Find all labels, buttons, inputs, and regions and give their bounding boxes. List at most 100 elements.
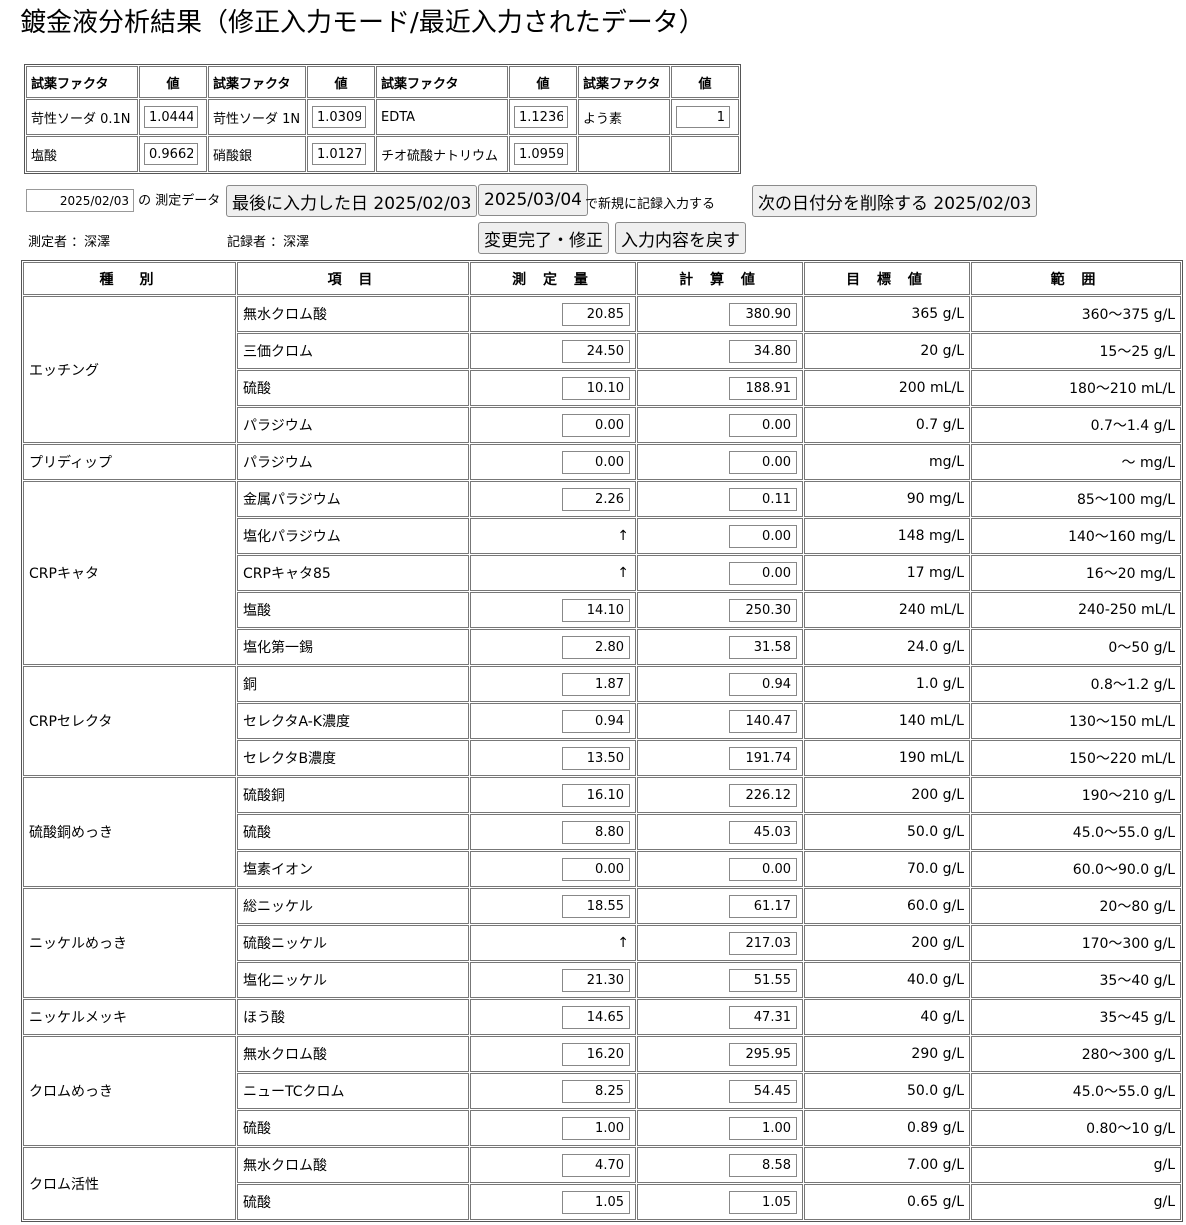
item-cell: ニューTCクロム <box>237 1073 469 1109</box>
complete-edit-button[interactable]: 変更完了・修正 <box>478 222 609 254</box>
target-cell: 240 mL/L <box>804 592 970 628</box>
delete-next-date-button[interactable]: 次の日付分を削除する 2025/02/03 <box>752 185 1038 217</box>
factor-name-empty <box>578 136 670 172</box>
measured-cell <box>470 851 636 887</box>
range-cell: 360〜375 g/L <box>971 296 1181 332</box>
calculated-input[interactable] <box>729 376 797 400</box>
factor-value-input[interactable] <box>676 106 730 128</box>
calculated-cell <box>637 888 803 924</box>
measured-input[interactable] <box>562 968 630 992</box>
category-cell: クロムめっき <box>23 1036 236 1146</box>
factor-value-input[interactable] <box>514 143 568 165</box>
calculated-input[interactable] <box>729 1042 797 1066</box>
measured-input[interactable] <box>562 598 630 622</box>
measured-cell <box>470 1073 636 1109</box>
calculated-input[interactable] <box>729 931 797 955</box>
target-cell: 24.0 g/L <box>804 629 970 665</box>
revert-input-button[interactable]: 入力内容を戻す <box>615 222 746 254</box>
factor-value-cell <box>139 99 207 135</box>
calculated-cell <box>637 555 803 591</box>
measured-input[interactable] <box>562 746 630 770</box>
factor-value-input[interactable] <box>144 106 198 128</box>
calculated-cell <box>637 740 803 776</box>
calculated-input[interactable] <box>729 709 797 733</box>
calculated-cell <box>637 481 803 517</box>
factor-value-input[interactable] <box>312 106 366 128</box>
calculated-input[interactable] <box>729 672 797 696</box>
measured-input[interactable] <box>562 894 630 918</box>
same-as-above-arrow: ↑ <box>470 925 636 961</box>
range-cell: 140〜160 mg/L <box>971 518 1181 554</box>
measured-input[interactable] <box>562 635 630 659</box>
calculated-input[interactable] <box>729 1190 797 1214</box>
target-cell: 50.0 g/L <box>804 1073 970 1109</box>
measured-cell <box>470 444 636 480</box>
calculated-input[interactable] <box>729 1153 797 1177</box>
category-cell: 硫酸銅めっき <box>23 777 236 887</box>
calculated-input[interactable] <box>729 302 797 326</box>
item-cell: 硫酸 <box>237 1184 469 1220</box>
factor-value-cell <box>139 136 207 172</box>
item-cell: セレクタB濃度 <box>237 740 469 776</box>
measured-input[interactable] <box>562 1005 630 1029</box>
calculated-cell <box>637 925 803 961</box>
measured-input[interactable] <box>562 302 630 326</box>
calculated-input[interactable] <box>729 1116 797 1140</box>
measured-input[interactable] <box>562 376 630 400</box>
category-cell: ニッケルめっき <box>23 888 236 998</box>
item-cell: 金属パラジウム <box>237 481 469 517</box>
calculated-input[interactable] <box>729 598 797 622</box>
measured-input[interactable] <box>562 857 630 881</box>
factor-value-input[interactable] <box>144 143 198 165</box>
calculated-input[interactable] <box>729 339 797 363</box>
target-cell: 0.89 g/L <box>804 1110 970 1146</box>
calculated-input[interactable] <box>729 450 797 474</box>
range-cell: 45.0〜55.0 g/L <box>971 814 1181 850</box>
measured-input[interactable] <box>562 1042 630 1066</box>
table-header-row: 種 別 項 目 測 定 量 計 算 値 目 標 値 範 囲 <box>23 262 1181 295</box>
calculated-input[interactable] <box>729 968 797 992</box>
calculated-cell <box>637 518 803 554</box>
calculated-input[interactable] <box>729 635 797 659</box>
calculated-cell <box>637 1147 803 1183</box>
measured-input[interactable] <box>562 1079 630 1103</box>
item-cell: 硫酸 <box>237 814 469 850</box>
measured-input[interactable] <box>562 1190 630 1214</box>
calculated-cell <box>637 1110 803 1146</box>
measured-input[interactable] <box>562 1153 630 1177</box>
calculated-input[interactable] <box>729 894 797 918</box>
new-record-date-button[interactable]: 2025/03/04 <box>478 184 588 216</box>
calculated-input[interactable] <box>729 746 797 770</box>
factor-header-value: 値 <box>671 66 739 98</box>
header-range: 範 囲 <box>971 262 1181 295</box>
measured-input[interactable] <box>562 487 630 511</box>
measured-input[interactable] <box>562 709 630 733</box>
factor-value-input[interactable] <box>514 106 568 128</box>
calculated-input[interactable] <box>729 524 797 548</box>
last-entered-date-button[interactable]: 最後に入力した日 2025/02/03 <box>226 185 478 217</box>
calculated-input[interactable] <box>729 1005 797 1029</box>
measured-input[interactable] <box>562 672 630 696</box>
item-cell: パラジウム <box>237 444 469 480</box>
measured-cell <box>470 1110 636 1146</box>
measured-input[interactable] <box>562 339 630 363</box>
factor-value-input[interactable] <box>312 143 366 165</box>
measured-input[interactable] <box>562 820 630 844</box>
calculated-input[interactable] <box>729 561 797 585</box>
target-cell: 50.0 g/L <box>804 814 970 850</box>
measurement-date-input[interactable] <box>26 189 134 212</box>
measured-input[interactable] <box>562 1116 630 1140</box>
calculated-input[interactable] <box>729 1079 797 1103</box>
measured-input[interactable] <box>562 413 630 437</box>
target-cell: 0.7 g/L <box>804 407 970 443</box>
calculated-input[interactable] <box>729 857 797 881</box>
calculated-input[interactable] <box>729 487 797 511</box>
analysis-results-table: 種 別 項 目 測 定 量 計 算 値 目 標 値 範 囲 エッチング 無水クロム… <box>21 260 1183 1222</box>
measured-input[interactable] <box>562 450 630 474</box>
range-cell: 150〜220 mL/L <box>971 740 1181 776</box>
calculated-input[interactable] <box>729 783 797 807</box>
calculated-input[interactable] <box>729 820 797 844</box>
table-row: クロム活性無水クロム酸 7.00 g/Lg/L <box>23 1147 1181 1220</box>
calculated-input[interactable] <box>729 413 797 437</box>
measured-input[interactable] <box>562 783 630 807</box>
